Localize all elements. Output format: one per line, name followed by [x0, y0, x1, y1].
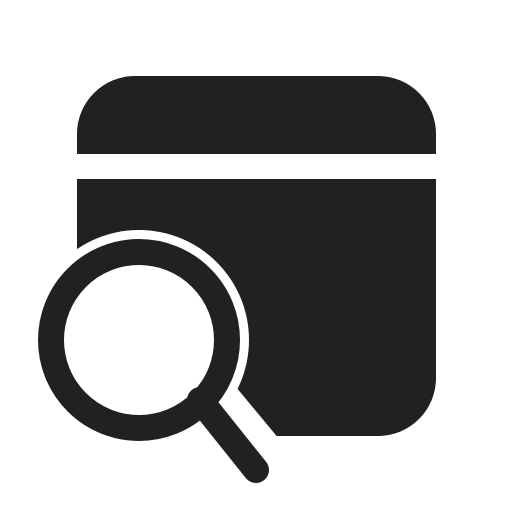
app-window-search-icon — [38, 76, 436, 483]
icon-canvas — [0, 0, 512, 512]
